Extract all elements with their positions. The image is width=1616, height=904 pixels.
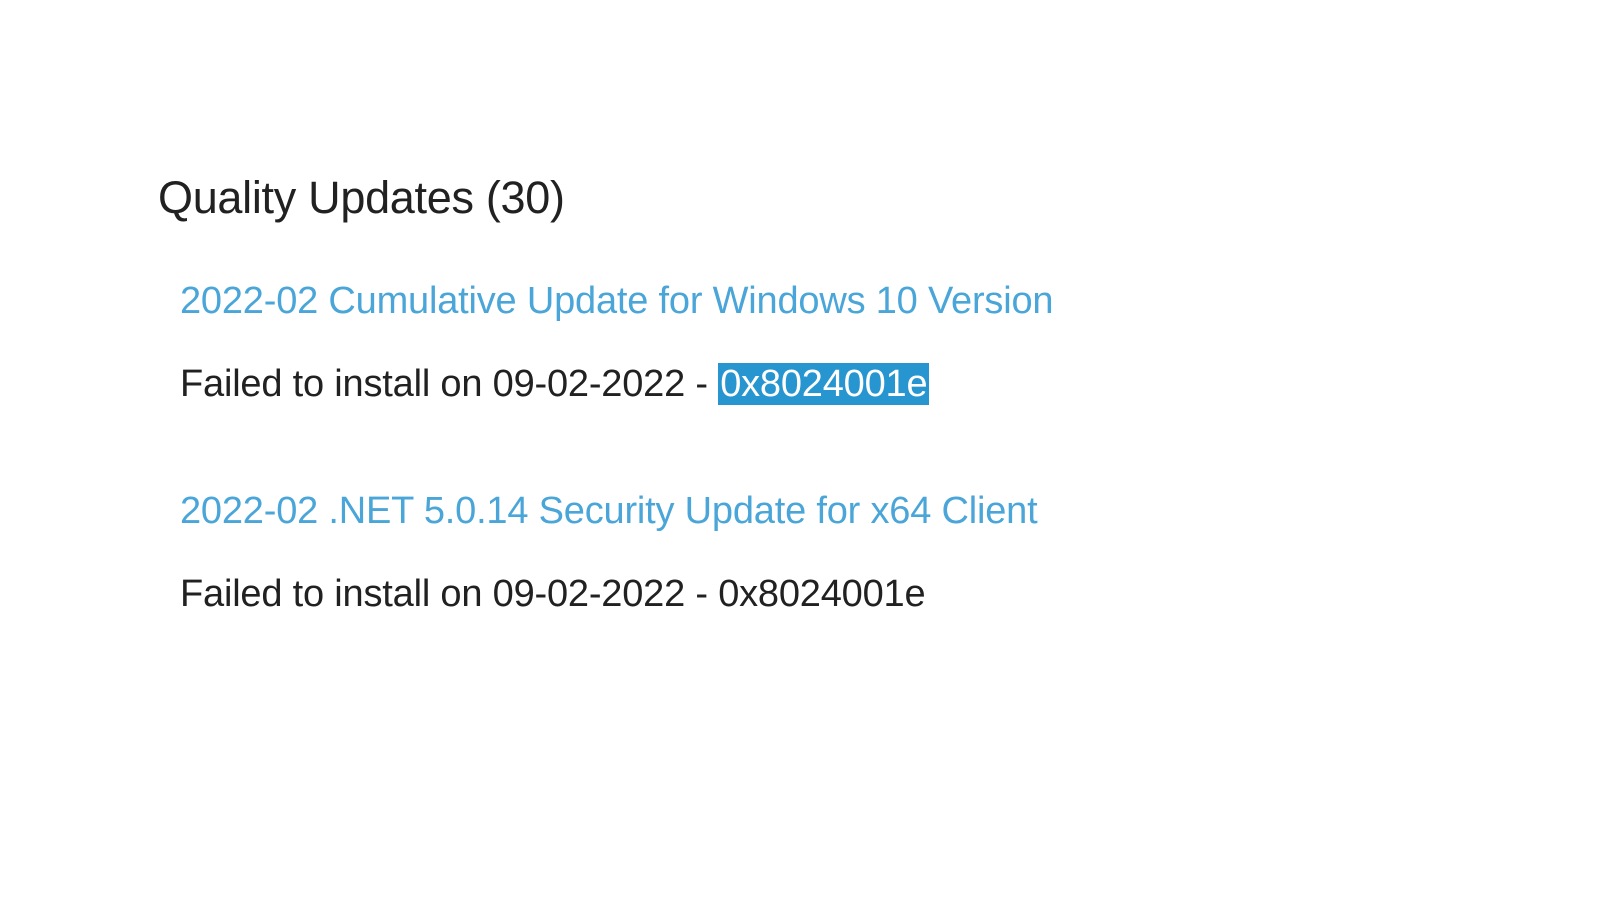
update-title-link[interactable]: 2022-02 Cumulative Update for Windows 10… xyxy=(180,280,1616,323)
error-code-selected[interactable]: 0x8024001e xyxy=(718,363,929,405)
update-item: 2022-02 .NET 5.0.14 Security Update for … xyxy=(180,490,1616,616)
update-list: 2022-02 Cumulative Update for Windows 10… xyxy=(158,280,1616,616)
update-history-panel: Quality Updates (30) 2022-02 Cumulative … xyxy=(0,0,1616,616)
status-text: Failed to install on 09-02-2022 - xyxy=(180,573,718,615)
error-code: 0x8024001e xyxy=(718,573,925,615)
update-status: Failed to install on 09-02-2022 - 0x8024… xyxy=(180,573,1616,616)
update-status: Failed to install on 09-02-2022 - 0x8024… xyxy=(180,363,1616,406)
update-item: 2022-02 Cumulative Update for Windows 10… xyxy=(180,280,1616,406)
update-title-link[interactable]: 2022-02 .NET 5.0.14 Security Update for … xyxy=(180,490,1616,533)
section-heading: Quality Updates (30) xyxy=(158,172,1616,224)
status-text: Failed to install on 09-02-2022 - xyxy=(180,363,718,405)
